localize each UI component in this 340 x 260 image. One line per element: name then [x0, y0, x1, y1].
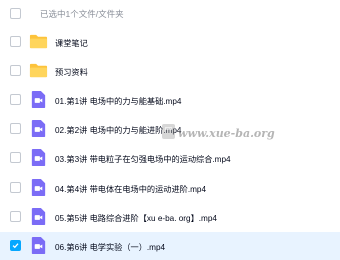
file-row[interactable]: 05.第5讲 电路综合进阶【xu e-ba. org】.mp4	[0, 203, 340, 231]
checkmark-icon	[12, 242, 19, 248]
row-checkbox[interactable]	[10, 239, 21, 251]
select-all-checkbox[interactable]	[10, 8, 21, 19]
row-checkbox[interactable]	[10, 94, 21, 106]
file-list: 已选中1个文件/文件夹 课堂笔记预习资料 01.第1讲 电场中的力与能基础.mp4…	[0, 0, 340, 260]
selection-header: 已选中1个文件/文件夹	[0, 3, 340, 25]
file-row[interactable]: 02.第2讲 电场中的力与能进阶.mp4	[0, 115, 340, 143]
file-row[interactable]: 06.第6讲 电学实验（一）.mp4	[0, 231, 340, 260]
file-name: 06.第6讲 电学实验（一）.mp4	[55, 242, 166, 252]
file-name: 预习资料	[55, 68, 88, 78]
video-file-icon	[31, 207, 46, 225]
row-checkbox[interactable]	[10, 36, 21, 47]
row-checkbox[interactable]	[10, 65, 21, 77]
file-name: 05.第5讲 电路综合进阶【xu e-ba. org】.mp4	[55, 213, 217, 223]
row-checkbox[interactable]	[10, 123, 21, 135]
folder-row[interactable]: 课堂笔记	[0, 28, 340, 56]
file-row[interactable]: 03.第3讲 带电粒子在匀强电场中的运动综合.mp4	[0, 144, 340, 172]
video-file-icon	[31, 120, 46, 138]
row-checkbox[interactable]	[10, 210, 21, 222]
watermark-text: www.xue-ba.org	[178, 127, 275, 140]
file-name: 02.第2讲 电场中的力与能进阶.mp4	[55, 126, 182, 136]
file-row[interactable]: 01.第1讲 电场中的力与能基础.mp4	[0, 86, 340, 114]
selection-count-text: 已选中1个文件/文件夹	[40, 9, 124, 19]
folder-icon	[29, 63, 48, 78]
video-file-icon	[31, 91, 46, 109]
folder-row[interactable]: 预习资料	[0, 57, 340, 85]
row-checkbox[interactable]	[10, 152, 21, 164]
file-name: 课堂笔记	[55, 39, 88, 48]
file-name: 04.第4讲 带电体在电场中的运动进阶.mp4	[55, 184, 207, 194]
folder-icon	[29, 34, 48, 49]
file-row[interactable]: 04.第4讲 带电体在电场中的运动进阶.mp4	[0, 174, 340, 202]
video-file-icon	[31, 178, 46, 196]
row-checkbox[interactable]	[10, 181, 21, 193]
file-name: 03.第3讲 带电粒子在匀强电场中的运动综合.mp4	[55, 155, 231, 165]
file-name: 01.第1讲 电场中的力与能基础.mp4	[55, 97, 182, 107]
video-file-icon	[31, 149, 46, 167]
